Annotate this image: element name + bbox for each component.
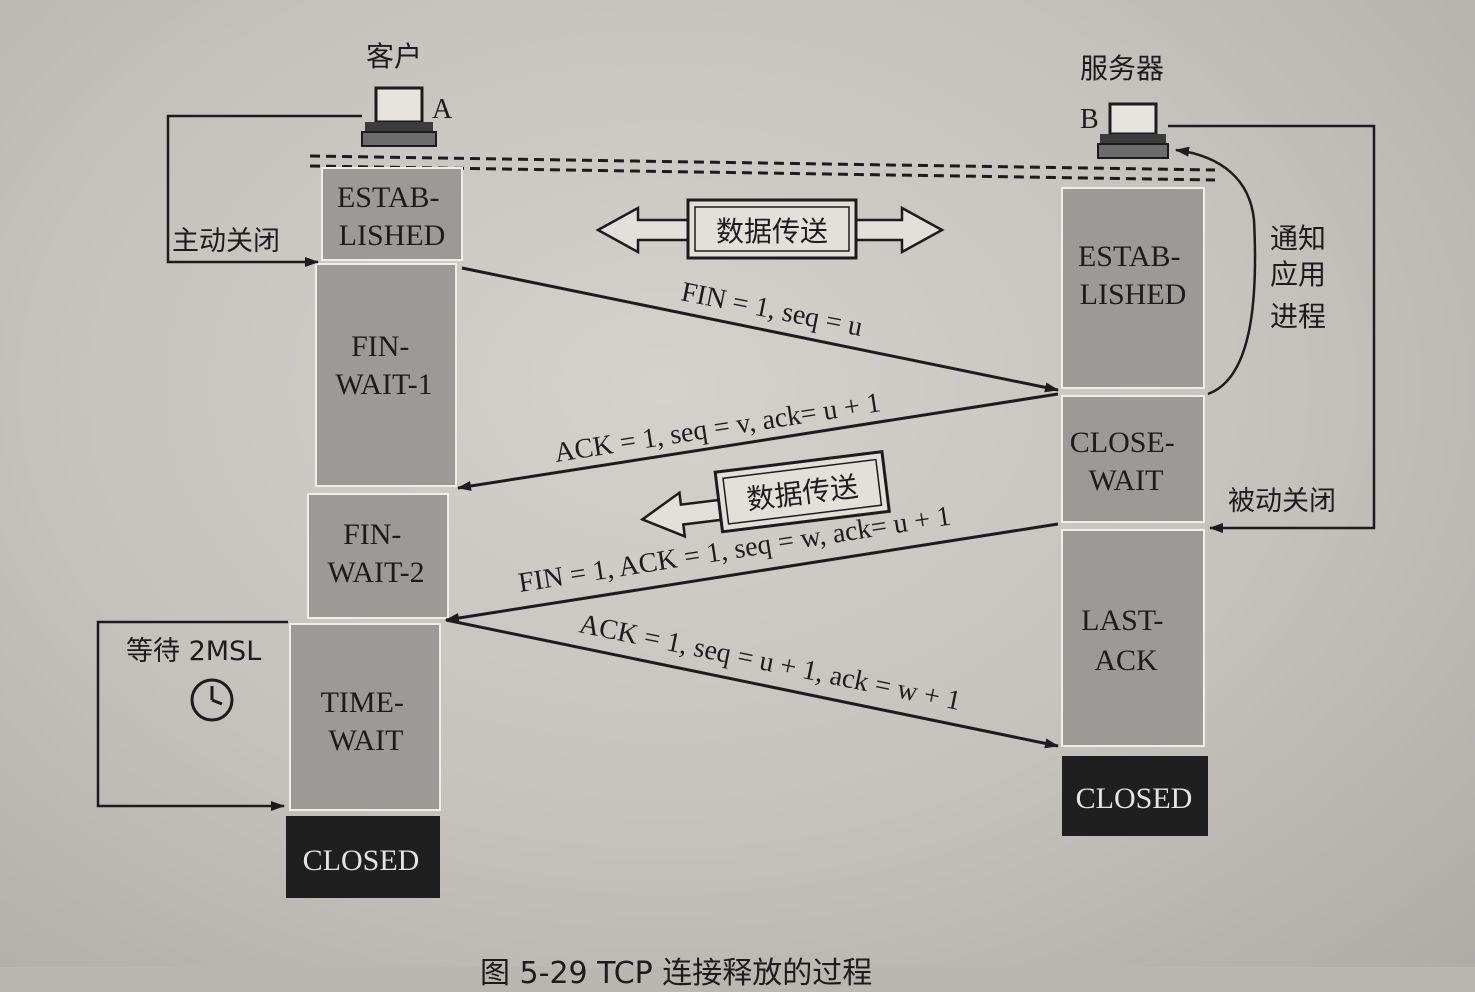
clock-icon	[190, 678, 234, 722]
msg-arrow-final-ack	[445, 618, 1059, 749]
client-letter: A	[432, 94, 453, 125]
client-established-line2: LISHED	[339, 219, 446, 252]
active-close-label: 主动关闭	[172, 226, 280, 257]
passive-close-label: 被动关闭	[1228, 486, 1336, 517]
figure-caption: 图 5-29 TCP 连接释放的过程	[480, 956, 873, 991]
server-title: 服务器	[1080, 52, 1164, 85]
server-state-last-ack	[1061, 529, 1205, 747]
server-computer-icon	[1097, 102, 1169, 159]
server-letter: B	[1080, 104, 1099, 135]
notify-app-label: 通知 应用 进程	[1270, 222, 1335, 333]
diagram-canvas: 客户 A 服务器 B ESTAB- LISHED FIN- WAIT-1 FIN…	[0, 0, 1475, 991]
server-state-close-wait	[1061, 395, 1205, 523]
client-title: 客户	[366, 40, 422, 73]
client-computer-icon	[361, 86, 437, 147]
client-established-line1: ESTAB-	[337, 181, 440, 214]
wait-2msl-label: 等待 2MSL	[126, 636, 261, 667]
server-closed-label: CLOSED	[1076, 782, 1193, 815]
tcp-close-diagram: 客户 A 服务器 B ESTAB- LISHED FIN- WAIT-1 FIN…	[96, 40, 1376, 898]
client-closed-label: CLOSED	[303, 844, 420, 877]
msg-arrow-fin	[461, 266, 1059, 393]
data-transfer-label-1: 数据传送	[716, 215, 828, 248]
msg-label-final-ack: ACK = 1, seq = u + 1, ack = w + 1	[577, 608, 964, 716]
